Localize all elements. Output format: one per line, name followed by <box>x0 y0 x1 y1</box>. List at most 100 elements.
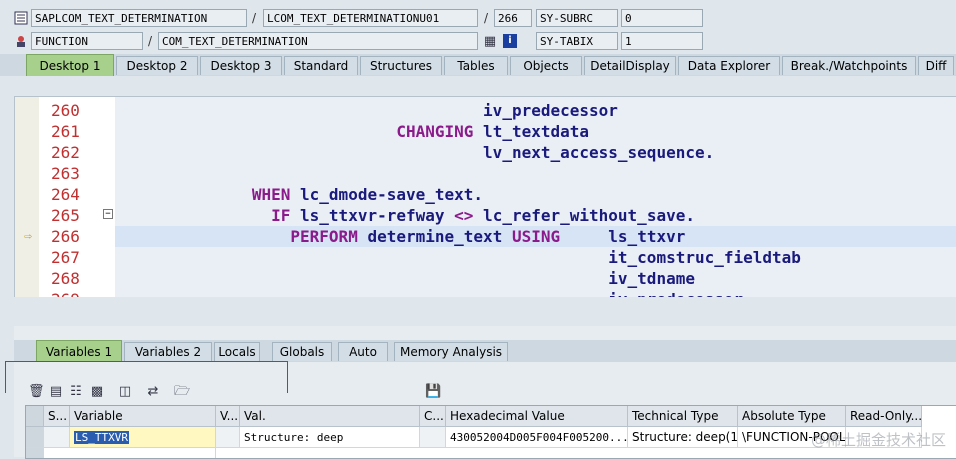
column-header-variable[interactable]: Variable <box>70 406 216 427</box>
code-line: 269 iv_predecessor <box>15 289 956 297</box>
save-icon[interactable]: 💾 <box>425 384 441 400</box>
line-number: 267 <box>51 248 80 267</box>
tab-detail-display[interactable]: DetailDisplay <box>584 56 676 75</box>
fold-toggle-icon[interactable]: − <box>103 209 113 219</box>
function-name-field[interactable]: COM_TEXT_DETERMINATION <box>158 32 478 50</box>
code-line: 268 iv_tdname <box>15 268 956 289</box>
object-type-field[interactable]: FUNCTION <box>31 32 143 50</box>
line-number: 268 <box>51 269 80 288</box>
code-line-current: ⇨ 266 PERFORM determine_text USING ls_tt… <box>15 226 956 247</box>
row-selector-header[interactable] <box>26 406 44 427</box>
program-icon <box>14 11 28 25</box>
change-cell[interactable] <box>420 427 446 448</box>
column-header-c[interactable]: C... <box>420 406 446 427</box>
tab-variables-2[interactable]: Variables 2 <box>124 342 212 361</box>
line-number: 260 <box>51 101 80 120</box>
line-number: 263 <box>51 164 80 183</box>
code-line: 263 <box>15 163 956 184</box>
code-line: 264 WHEN lc_dmode-save_text. <box>15 184 956 205</box>
program-field[interactable]: SAPLCOM_TEXT_DETERMINATION <box>31 9 247 27</box>
code-text: WHEN lc_dmode-save_text. <box>251 185 484 204</box>
code-line: 267 it_comstruc_fieldtab <box>15 247 956 268</box>
line-number: 262 <box>51 143 80 162</box>
export-icon[interactable]: ▩ <box>89 384 105 400</box>
source-code-editor[interactable]: 260 iv_predecessor 261 CHANGING lt_textd… <box>14 96 956 297</box>
tab-variables-1[interactable]: Variables 1 <box>36 340 122 362</box>
sysfield-value-subrc[interactable]: 0 <box>621 9 703 27</box>
tab-locals[interactable]: Locals <box>214 342 260 361</box>
list-icon[interactable]: ☷ <box>68 384 84 400</box>
separator: / <box>252 11 257 25</box>
tab-breakpoints[interactable]: Break./Watchpoints <box>782 56 916 75</box>
technical-type-cell: Structure: deep(1... <box>628 427 738 448</box>
delete-icon[interactable]: 🗑 <box>28 384 45 400</box>
code-text: iv_predecessor <box>117 101 618 120</box>
tab-diff[interactable]: Diff <box>918 56 954 75</box>
display-object-icon[interactable]: ▦ <box>482 34 498 50</box>
line-number-field[interactable]: 266 <box>494 9 532 27</box>
annotation-line <box>5 361 288 362</box>
sysfield-label-tabix[interactable]: SY-TABIX <box>536 32 618 50</box>
function-icon <box>17 36 25 47</box>
column-header-value[interactable]: Val. <box>240 406 420 427</box>
separator: / <box>148 34 153 48</box>
row-selector[interactable] <box>26 448 44 458</box>
sysfield-label-subrc[interactable]: SY-SUBRC <box>536 9 618 27</box>
tab-auto[interactable]: Auto <box>338 342 388 361</box>
tab-data-explorer[interactable]: Data Explorer <box>678 56 780 75</box>
desktop-tab-strip: Desktop 1 Desktop 2 Desktop 3 Standard S… <box>0 54 956 76</box>
view-cell <box>216 427 240 448</box>
line-number: 265 <box>51 206 80 225</box>
line-number: 261 <box>51 122 80 141</box>
watermark: @稀土掘金技术社区 <box>810 431 946 449</box>
annotation-line <box>5 361 6 393</box>
tab-objects[interactable]: Objects <box>510 56 582 75</box>
tab-desktop-2[interactable]: Desktop 2 <box>116 56 198 75</box>
variables-tab-strip: Variables 1 Variables 2 Locals Globals A… <box>14 340 956 362</box>
value-cell[interactable]: Structure: deep <box>240 427 420 448</box>
header-row-function: FUNCTION / COM_TEXT_DETERMINATION ▦ i SY… <box>0 32 956 52</box>
hex-value-cell: 430052004D005F004F005200... <box>446 427 628 448</box>
column-header-read-only[interactable]: Read-Only... <box>846 406 922 427</box>
column-header-v[interactable]: V... <box>216 406 240 427</box>
code-text: lv_next_access_sequence. <box>117 143 715 162</box>
folder-icon[interactable]: 🗁 <box>174 384 190 400</box>
tab-desktop-3[interactable]: Desktop 3 <box>200 56 282 75</box>
code-text: CHANGING lt_textdata <box>396 122 590 141</box>
code-line: 260 iv_predecessor <box>15 100 956 121</box>
status-cell <box>44 427 70 448</box>
code-text: PERFORM determine_text USING ls_ttxvr <box>290 227 686 246</box>
tab-desktop-1[interactable]: Desktop 1 <box>26 54 114 76</box>
code-text: it_comstruc_fieldtab <box>117 248 801 267</box>
current-statement-arrow-icon: ⇨ <box>24 229 32 244</box>
code-text: iv_tdname <box>117 269 695 288</box>
code-text: iv_predecessor <box>117 289 743 297</box>
tab-tables[interactable]: Tables <box>444 56 508 75</box>
code-line: 261 CHANGING lt_textdata <box>15 121 956 142</box>
empty-variable-cell[interactable] <box>70 448 216 458</box>
include-field[interactable]: LCOM_TEXT_DETERMINATIONU01 <box>263 9 478 27</box>
separator: / <box>484 11 489 25</box>
tab-standard[interactable]: Standard <box>284 56 358 75</box>
variable-name-cell[interactable]: LS_TTXVR <box>70 427 216 448</box>
column-header-hex[interactable]: Hexadecimal Value <box>446 406 628 427</box>
code-text: CHANGING lt_textdata <box>117 121 589 142</box>
column-header-technical-type[interactable]: Technical Type <box>628 406 738 427</box>
column-header-s[interactable]: S... <box>44 406 70 427</box>
annotation-line <box>287 361 288 393</box>
sysfield-value-tabix[interactable]: 1 <box>621 32 703 50</box>
info-icon[interactable]: i <box>503 34 517 48</box>
code-line: 262 lv_next_access_sequence. <box>15 142 956 163</box>
hierarchy-icon[interactable]: ◫ <box>117 384 133 400</box>
tab-structures[interactable]: Structures <box>360 56 442 75</box>
row-selector[interactable] <box>26 427 44 448</box>
transfer-icon[interactable]: ⇄ <box>145 384 161 400</box>
line-number: 266 <box>51 227 80 246</box>
detail-icon[interactable]: ▤ <box>48 384 64 400</box>
line-number: 269 <box>51 289 91 297</box>
line-number: 264 <box>51 185 80 204</box>
column-header-absolute-type[interactable]: Absolute Type <box>738 406 846 427</box>
tab-globals[interactable]: Globals <box>272 342 332 361</box>
tab-memory-analysis[interactable]: Memory Analysis <box>394 342 508 361</box>
code-line: 265 − IF ls_ttxvr-refway <> lc_refer_wit… <box>15 205 956 226</box>
